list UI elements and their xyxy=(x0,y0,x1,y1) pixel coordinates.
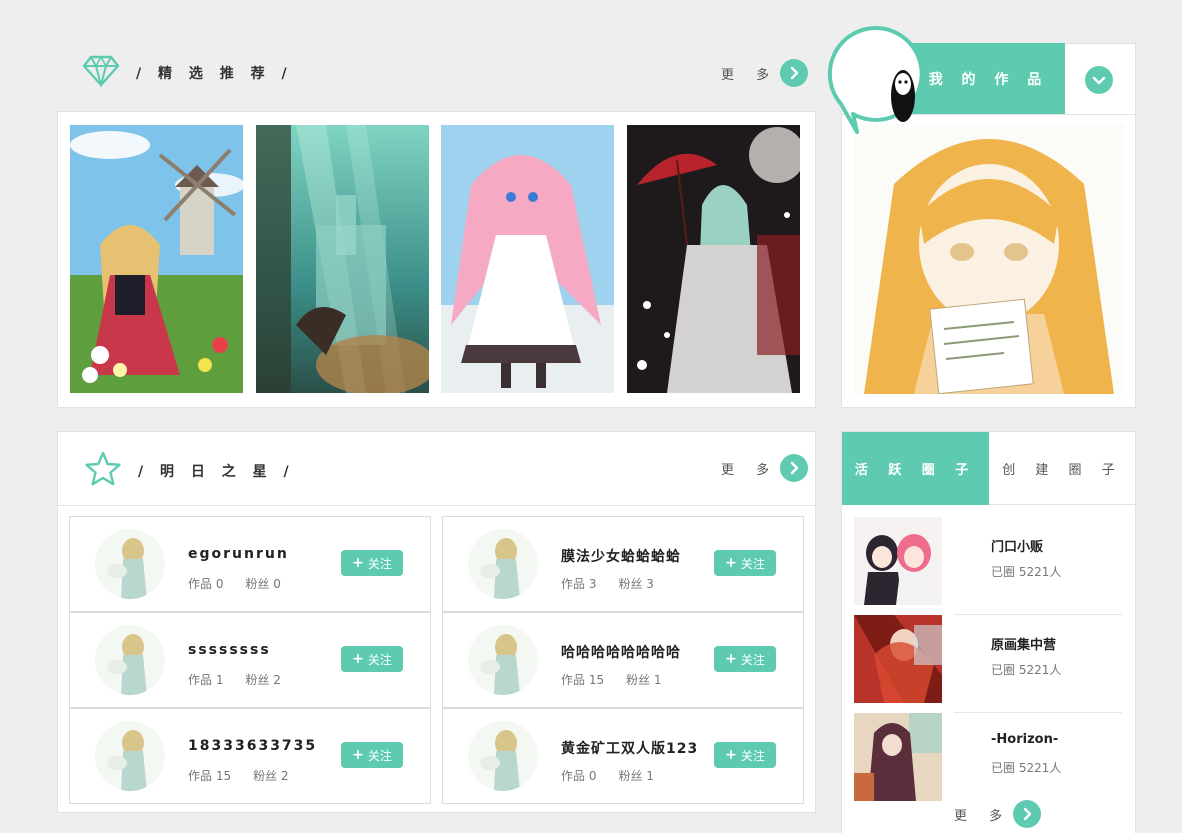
fans-count: 粉丝 0 xyxy=(245,577,281,591)
tab-create-circle[interactable]: 创 建 圈 子 xyxy=(989,432,1136,505)
user-name[interactable]: 膜法少女蛤蛤蛤蛤 xyxy=(561,546,681,566)
artwork-underwater-city[interactable] xyxy=(256,125,429,393)
follow-label: 关注 xyxy=(367,748,392,763)
chevron-down-icon[interactable] xyxy=(1085,66,1113,94)
user-name[interactable]: 18333633735 xyxy=(188,738,317,754)
follow-button[interactable]: + 关注 xyxy=(714,550,776,576)
user-stats: 作品 1 粉丝 2 xyxy=(188,671,281,688)
works-count: 作品 15 xyxy=(561,673,605,687)
plus-icon: + xyxy=(352,555,364,571)
follow-button[interactable]: + 关注 xyxy=(341,646,403,672)
user-card[interactable]: 18333633735 作品 15 粉丝 2 + 关注 xyxy=(69,708,431,804)
circle-members: 已圈 5221人 xyxy=(991,761,1062,775)
follow-label: 关注 xyxy=(740,748,765,763)
tab-active-circles[interactable]: 活 跃 圈 子 xyxy=(842,432,989,505)
featured-more-link[interactable]: 更 多 xyxy=(721,59,809,87)
more-label: 更 多 xyxy=(721,462,779,478)
user-stats: 作品 3 粉丝 3 xyxy=(561,575,654,592)
featured-header: / 精 选 推 荐 / xyxy=(82,55,293,91)
divider xyxy=(58,505,815,506)
user-stats: 作品 15 粉丝 1 xyxy=(561,671,662,688)
artwork-umbrella-girl[interactable] xyxy=(627,125,800,393)
stars-title: / 明 日 之 星 / xyxy=(138,464,295,480)
user-card[interactable]: 哈哈哈哈哈哈哈哈 作品 15 粉丝 1 + 关注 xyxy=(442,612,804,708)
fans-count: 粉丝 3 xyxy=(618,577,654,591)
user-card[interactable]: 膜法少女蛤蛤蛤蛤 作品 3 粉丝 3 + 关注 xyxy=(442,516,804,612)
avatar[interactable] xyxy=(468,721,538,791)
user-stats: 作品 15 粉丝 2 xyxy=(188,767,289,784)
circle-thumbnail[interactable] xyxy=(854,615,942,703)
works-count: 作品 0 xyxy=(188,577,224,591)
fans-count: 粉丝 2 xyxy=(253,769,289,783)
plus-icon: + xyxy=(352,651,364,667)
user-stats: 作品 0 粉丝 0 xyxy=(188,575,281,592)
user-name[interactable]: 哈哈哈哈哈哈哈哈 xyxy=(561,642,681,662)
featured-gallery xyxy=(57,111,816,408)
avatar[interactable] xyxy=(95,721,165,791)
user-card[interactable]: ssssssss 作品 1 粉丝 2 + 关注 xyxy=(69,612,431,708)
rising-stars-panel: / 明 日 之 星 / 更 多 egorunrun 作品 0 粉丝 0 + 关注 膜… xyxy=(57,431,816,813)
featured-title: / 精 选 推 荐 / xyxy=(136,66,293,82)
circle-item[interactable]: 原画集中营 已圈 5221人 xyxy=(854,615,1124,713)
circle-thumbnail[interactable] xyxy=(854,517,942,605)
fans-count: 粉丝 1 xyxy=(626,673,662,687)
avatar[interactable] xyxy=(95,529,165,599)
works-count: 作品 0 xyxy=(561,769,597,783)
plus-icon: + xyxy=(725,651,737,667)
artwork-pink-hair-girl[interactable] xyxy=(441,125,614,393)
chevron-right-icon[interactable] xyxy=(780,59,809,87)
plus-icon: + xyxy=(725,747,737,763)
avatar[interactable] xyxy=(468,625,538,695)
follow-button[interactable]: + 关注 xyxy=(714,742,776,768)
user-avatar[interactable] xyxy=(827,24,927,134)
user-name[interactable]: egorunrun xyxy=(188,546,289,562)
follow-label: 关注 xyxy=(740,652,765,667)
follow-label: 关注 xyxy=(367,652,392,667)
circles-panel: 活 跃 圈 子 创 建 圈 子 门口小贩 已圈 5221人 原画集中营 已圈 5… xyxy=(841,431,1136,833)
circle-item[interactable]: -Horizon- 已圈 5221人 xyxy=(854,713,1124,801)
user-name[interactable]: 黄金矿工双人版123 xyxy=(561,738,698,758)
works-count: 作品 1 xyxy=(188,673,224,687)
circles-more-link[interactable]: 更 多 xyxy=(954,800,1042,828)
follow-button[interactable]: + 关注 xyxy=(714,646,776,672)
user-card[interactable]: egorunrun 作品 0 粉丝 0 + 关注 xyxy=(69,516,431,612)
follow-button[interactable]: + 关注 xyxy=(341,550,403,576)
artwork-windmill-girl[interactable] xyxy=(70,125,243,393)
more-label: 更 多 xyxy=(954,808,1012,824)
follow-label: 关注 xyxy=(740,556,765,571)
plus-icon: + xyxy=(725,555,737,571)
chevron-right-icon[interactable] xyxy=(780,454,809,482)
fans-count: 粉丝 2 xyxy=(245,673,281,687)
circle-item[interactable]: 门口小贩 已圈 5221人 xyxy=(854,517,1124,615)
circle-thumbnail[interactable] xyxy=(854,713,942,801)
works-count: 作品 15 xyxy=(188,769,232,783)
circle-name[interactable]: -Horizon- xyxy=(991,732,1058,747)
avatar[interactable] xyxy=(468,529,538,599)
diamond-icon xyxy=(82,55,120,91)
star-outline-icon xyxy=(84,450,122,492)
stars-header: / 明 日 之 星 / xyxy=(84,450,295,492)
my-works-cover-image[interactable] xyxy=(854,124,1124,394)
tab-my-works[interactable]: 我 的 作 品 xyxy=(912,43,1065,115)
more-label: 更 多 xyxy=(721,67,779,83)
user-name[interactable]: ssssssss xyxy=(188,642,271,658)
avatar[interactable] xyxy=(95,625,165,695)
circle-name[interactable]: 门口小贩 xyxy=(991,536,1043,555)
follow-label: 关注 xyxy=(367,556,392,571)
stars-more-link[interactable]: 更 多 xyxy=(721,454,809,482)
works-count: 作品 3 xyxy=(561,577,597,591)
fans-count: 粉丝 1 xyxy=(618,769,654,783)
user-card[interactable]: 黄金矿工双人版123 作品 0 粉丝 1 + 关注 xyxy=(442,708,804,804)
follow-button[interactable]: + 关注 xyxy=(341,742,403,768)
circle-members: 已圈 5221人 xyxy=(991,565,1062,579)
plus-icon: + xyxy=(352,747,364,763)
circle-name[interactable]: 原画集中营 xyxy=(991,634,1056,653)
circle-members: 已圈 5221人 xyxy=(991,663,1062,677)
user-stats: 作品 0 粉丝 1 xyxy=(561,767,654,784)
chevron-right-icon[interactable] xyxy=(1013,800,1042,828)
